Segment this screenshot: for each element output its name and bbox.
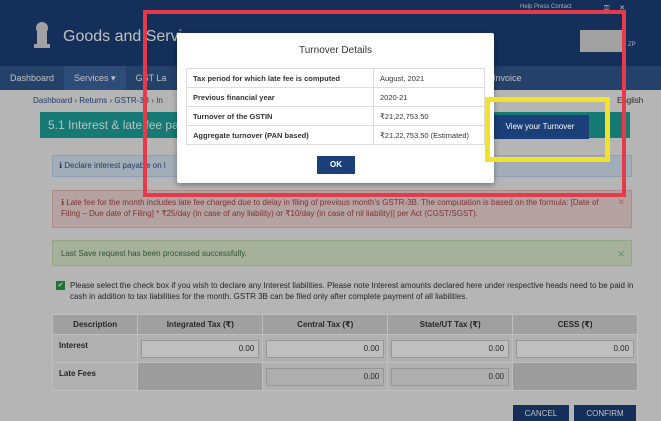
highlight-box-yellow	[485, 97, 610, 162]
